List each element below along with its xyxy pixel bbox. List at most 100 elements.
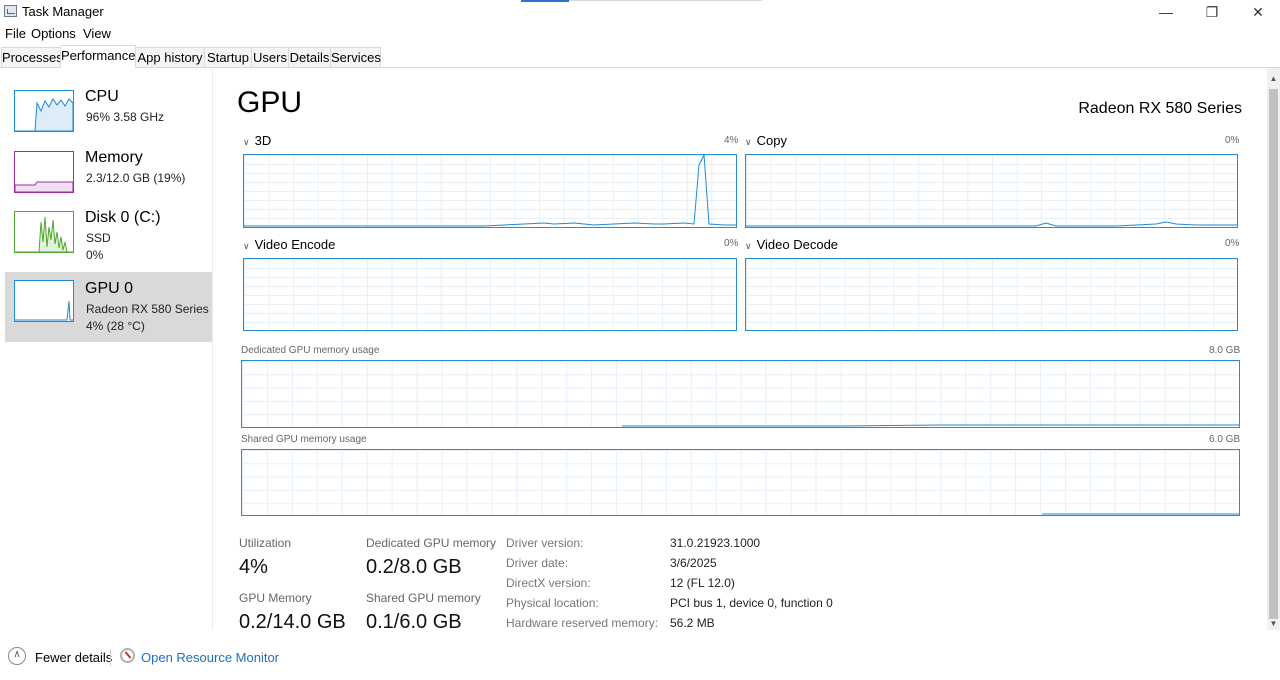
chevron-up-icon[interactable]: ∧: [8, 647, 26, 665]
dedicated-memory-label: Dedicated GPU memory: [366, 536, 497, 550]
engine-graph-video-encode: [243, 258, 737, 331]
sidebar-item-cpu[interactable]: CPU 96% 3.58 GHz: [5, 82, 212, 152]
shared-memory-graph: [241, 449, 1240, 516]
info-label: DirectX version:: [506, 576, 591, 590]
info-label: Driver version:: [506, 536, 584, 550]
footer: ∧ Fewer details Open Resource Monitor: [0, 640, 1280, 680]
engine-graph-3d: [243, 154, 737, 228]
gpu-memory-label: GPU Memory: [239, 591, 312, 605]
close-button[interactable]: ✕: [1235, 0, 1280, 24]
tab-details[interactable]: Details: [288, 47, 331, 67]
chevron-down-icon: ∨: [243, 137, 250, 147]
restore-button[interactable]: ❐: [1189, 0, 1235, 24]
shared-memory-graph-label: Shared GPU memory usage: [241, 434, 367, 445]
disk-thumbnail-line: [15, 216, 73, 253]
shared-memory-label: Shared GPU memory: [366, 591, 481, 605]
tab-performance[interactable]: Performance: [60, 45, 136, 68]
title-divider: [569, 0, 762, 1]
sidebar-item-title: GPU 0: [85, 280, 134, 297]
menu-options[interactable]: Options: [31, 26, 76, 41]
tab-services[interactable]: Services: [330, 47, 381, 67]
fewer-details-button[interactable]: Fewer details: [35, 650, 112, 665]
tab-app-history[interactable]: App history: [135, 47, 205, 67]
engine-label: Video Encode: [254, 237, 336, 252]
vertical-scrollbar[interactable]: ▲ ▼: [1267, 68, 1280, 630]
minimize-button[interactable]: —: [1143, 0, 1189, 24]
scroll-thumb[interactable]: [1269, 89, 1278, 619]
engine-percent: 0%: [724, 238, 739, 249]
dedicated-memory-graph-max: 8.0 GB: [1209, 345, 1241, 356]
dedicated-memory-graph-label: Dedicated GPU memory usage: [241, 345, 380, 356]
info-value: 3/6/2025: [670, 556, 717, 570]
chevron-down-icon: ∨: [243, 241, 250, 251]
gpu-model-name: Radeon RX 580 Series: [1078, 100, 1242, 117]
gpu-memory-value: 0.2/14.0 GB: [239, 611, 346, 633]
tab-users[interactable]: Users: [251, 47, 289, 67]
engine-graph-video-decode: [745, 258, 1238, 331]
engine-percent: 4%: [724, 135, 739, 146]
cpu-thumbnail-graph: [14, 90, 74, 132]
performance-sidebar: CPU 96% 3.58 GHz Memory 2.3/12.0 GB (19%…: [0, 68, 213, 630]
dedicated-memory-graph: [241, 360, 1240, 428]
info-value: 31.0.21923.1000: [670, 536, 761, 550]
title-bar: Task Manager — ❐ ✕: [0, 0, 1280, 24]
engine-graph-copy-line: [746, 221, 1237, 227]
sidebar-item-title: Disk 0 (C:): [85, 209, 161, 226]
menu-view[interactable]: View: [83, 26, 111, 41]
info-value: 12 (FL 12.0): [670, 576, 735, 590]
info-value: 56.2 MB: [670, 616, 715, 630]
engine-label: Copy: [756, 133, 787, 148]
sidebar-item-title: CPU: [85, 88, 119, 105]
engine-selector-video-encode[interactable]: ∨ Video Encode: [243, 237, 335, 252]
sidebar-item-detail: SSD: [86, 231, 111, 245]
page-title: GPU: [237, 86, 303, 119]
title-accent-line: [521, 0, 569, 2]
footer-separator: [110, 650, 111, 666]
menu-bar: File Options View: [0, 24, 1280, 43]
chevron-down-icon: ∨: [745, 137, 752, 147]
resource-monitor-icon: [120, 648, 135, 663]
info-label: Hardware reserved memory:: [506, 616, 659, 630]
tab-bar: Processes Performance App history Startu…: [0, 45, 1280, 68]
engine-selector-copy[interactable]: ∨ Copy: [745, 133, 787, 148]
sidebar-item-title: Memory: [85, 149, 143, 166]
dedicated-memory-value: 0.2/8.0 GB: [366, 556, 462, 578]
engine-selector-3d[interactable]: ∨ 3D: [243, 133, 271, 148]
sidebar-item-usage: 0%: [86, 248, 104, 262]
engine-graph-3d-line: [244, 155, 736, 227]
shared-memory-graph-line: [1042, 513, 1239, 515]
cpu-thumbnail-line: [15, 98, 74, 132]
shared-memory-graph-max: 6.0 GB: [1209, 434, 1241, 445]
info-label: Driver date:: [506, 556, 569, 570]
sidebar-item-detail: 96% 3.58 GHz: [86, 110, 165, 124]
engine-label: 3D: [254, 133, 272, 148]
memory-thumbnail-graph: [14, 151, 74, 193]
engine-percent: 0%: [1225, 238, 1240, 249]
utilization-value: 4%: [239, 556, 268, 578]
window-title: Task Manager: [22, 4, 104, 19]
sidebar-item-detail: Radeon RX 580 Series: [86, 302, 209, 316]
scroll-up-icon[interactable]: ▲: [1267, 72, 1280, 85]
tab-processes[interactable]: Processes: [1, 47, 63, 67]
shared-memory-value: 0.1/6.0 GB: [366, 611, 462, 633]
memory-thumbnail-line: [14, 181, 74, 193]
engine-selector-video-decode[interactable]: ∨ Video Decode: [745, 237, 838, 252]
engine-label: Video Decode: [756, 237, 839, 252]
disk-thumbnail-graph: [14, 211, 74, 253]
chevron-down-icon: ∨: [745, 241, 752, 251]
menu-file[interactable]: File: [5, 26, 26, 41]
info-label: Physical location:: [506, 596, 599, 610]
gpu-thumbnail-line: [15, 300, 73, 321]
scroll-down-icon[interactable]: ▼: [1267, 617, 1280, 630]
info-value: PCI bus 1, device 0, function 0: [670, 596, 833, 610]
sidebar-item-disk[interactable]: Disk 0 (C:) SSD 0%: [5, 203, 212, 273]
sidebar-item-gpu[interactable]: GPU 0 Radeon RX 580 Series 4% (28 °C): [5, 272, 212, 342]
open-resource-monitor-link[interactable]: Open Resource Monitor: [141, 650, 279, 665]
utilization-label: Utilization: [239, 536, 292, 550]
dedicated-memory-graph-line: [622, 424, 1239, 427]
engine-percent: 0%: [1225, 135, 1240, 146]
gpu-thumbnail-graph: [14, 280, 74, 322]
engine-graph-copy: [745, 154, 1238, 228]
tab-startup[interactable]: Startup: [204, 47, 252, 67]
sidebar-item-usage: 4% (28 °C): [86, 319, 145, 333]
